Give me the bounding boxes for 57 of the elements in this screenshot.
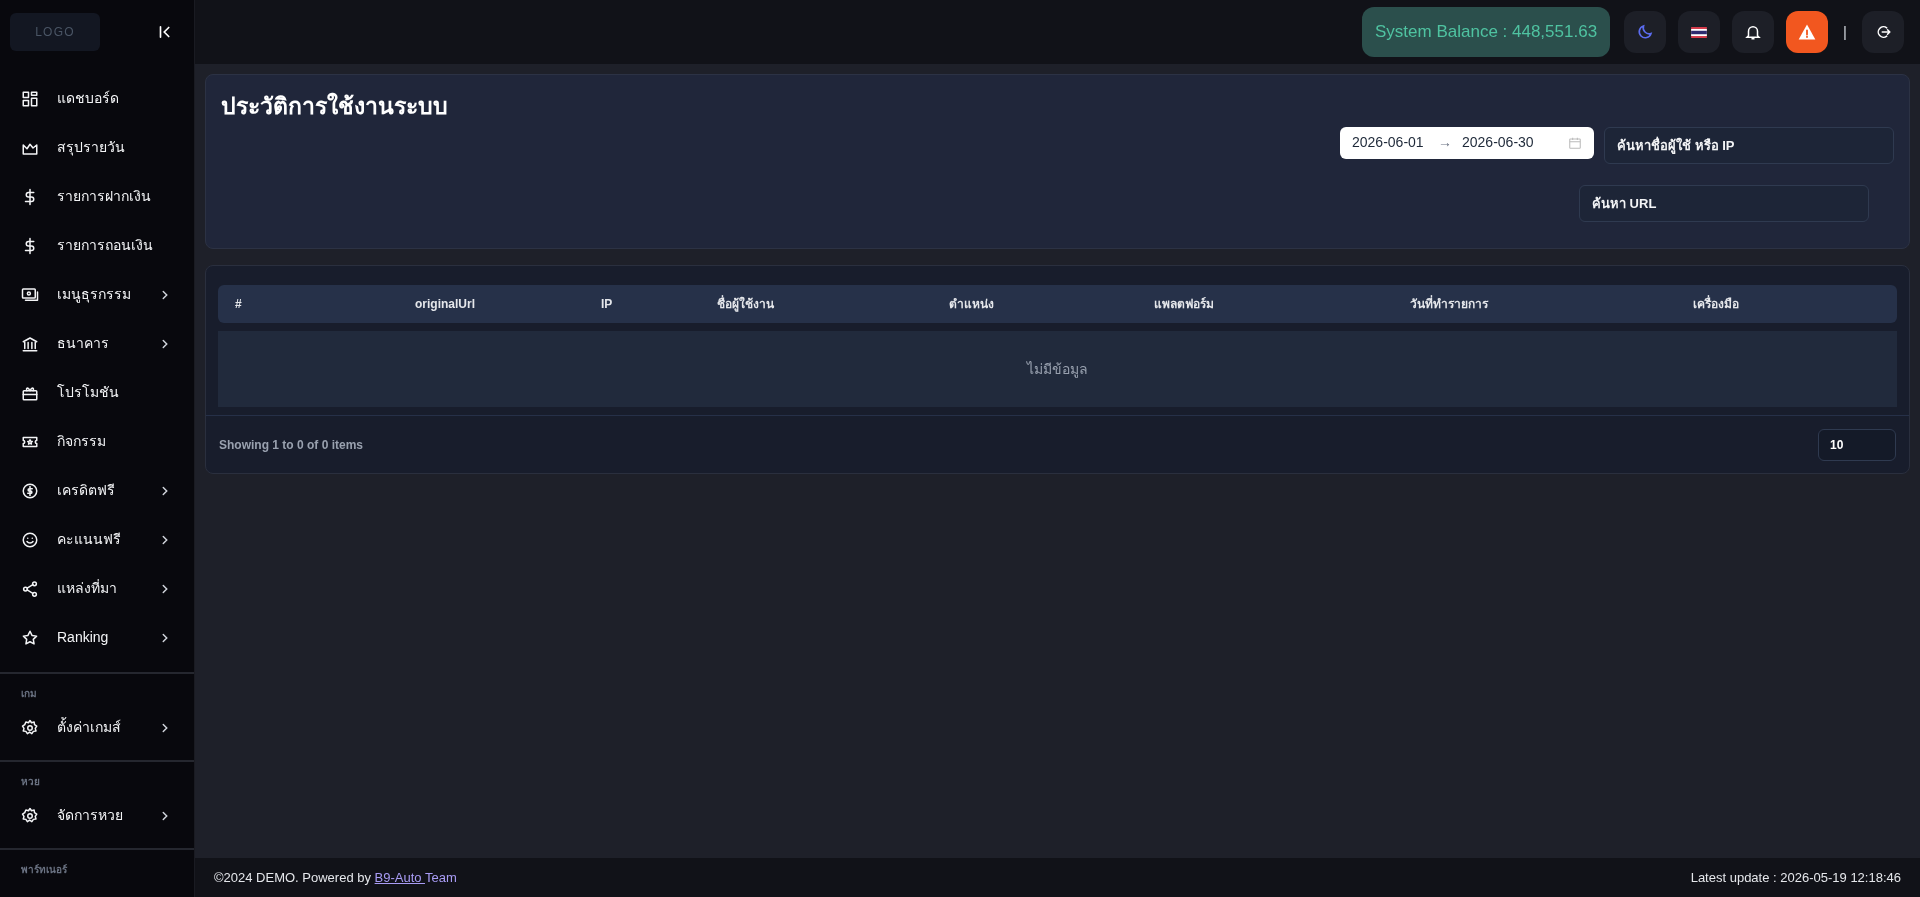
bank-icon: [21, 334, 39, 353]
sidebar-item[interactable]: คะแนนฟรี: [0, 515, 194, 564]
dollar-circle-icon: [21, 481, 39, 500]
section-label: เกม: [20, 687, 37, 701]
share-icon: [21, 579, 39, 598]
column-header: #: [234, 296, 243, 313]
page-size-select[interactable]: 10: [1818, 428, 1896, 461]
separator: |: [1843, 21, 1847, 42]
sidebar-item[interactable]: รายการถอนเงิน: [0, 221, 194, 270]
alert-button[interactable]: [1786, 11, 1829, 53]
empty-message: ไม่มีข้อมูล: [1027, 359, 1088, 380]
column-header: ชื่อผู้ใช้งาน: [716, 295, 775, 313]
logo: LOGO: [10, 13, 100, 51]
star-icon: [21, 628, 39, 647]
sidebar-item[interactable]: ตั้งค่าเกมส์: [0, 703, 194, 752]
gear-icon: [21, 806, 39, 825]
sidebar-item[interactable]: สรุปรายวัน: [0, 123, 194, 172]
calendar-icon: [1568, 135, 1582, 150]
pagination-summary: Showing 1 to 0 of 0 items: [219, 436, 364, 454]
column-header: originalUrl: [414, 296, 476, 313]
sidebar-item[interactable]: รายการฝากเงิน: [0, 172, 194, 221]
dark-mode-button[interactable]: [1624, 11, 1667, 53]
moon-icon: [1636, 23, 1655, 41]
notification-button[interactable]: [1732, 11, 1775, 53]
sidebar-item[interactable]: ธนาคาร: [0, 319, 194, 368]
sidebar-item[interactable]: แดชบอร์ด: [0, 74, 194, 123]
sidebar-item[interactable]: แหล่งที่มา: [0, 564, 194, 613]
search-field[interactable]: ค้นหาชื่อผู้ใช้ หรือ IP: [1604, 126, 1894, 164]
date-range-field[interactable]: 2026-06-01 → 2026-06-30: [1340, 126, 1594, 159]
banknote-icon: [21, 285, 39, 304]
column-header: ตำแหน่ง: [948, 296, 995, 313]
section-label: หวย: [20, 775, 40, 789]
warning-icon: [1797, 22, 1818, 42]
footer-link[interactable]: B9-Auto: [374, 869, 425, 885]
system-balance-badge: System Balance : 448,551.63: [1362, 7, 1611, 57]
thai-flag-icon: [1691, 26, 1708, 38]
column-header: แพลตฟอร์ม: [1153, 296, 1215, 313]
footer-credit: ©2024 DEMO. Powered by B9-Auto Team: [214, 868, 457, 887]
gear-icon: [21, 718, 39, 737]
bell-icon: [1744, 23, 1763, 41]
sidebar-item[interactable]: กิจกรรม: [0, 417, 194, 466]
sidebar-item[interactable]: เมนูธุรกรรม: [0, 270, 194, 319]
sidebar-item[interactable]: โปรโมชัน: [0, 368, 194, 417]
last-update-text: Latest update : 2026-05-19 12:18:46: [1690, 868, 1901, 887]
page-title: ประวัติการใช้งานระบบ: [221, 91, 448, 121]
sidebar-item[interactable]: จัดการหวย: [0, 791, 194, 840]
sidebar-item[interactable]: Ranking: [0, 613, 194, 662]
sidebar-item[interactable]: เครดิตฟรี: [0, 466, 194, 515]
column-header: เครื่องมือ: [1692, 295, 1740, 313]
column-header: IP: [600, 296, 614, 313]
section-label: พาร์ทเนอร์: [20, 863, 67, 877]
grid-icon: [21, 89, 39, 108]
column-header: วันที่ทำรายการ: [1409, 295, 1490, 313]
smiley-icon: [21, 530, 39, 549]
search-field[interactable]: ค้นหา URL: [1579, 184, 1869, 222]
logout-button[interactable]: [1862, 11, 1904, 53]
language-button[interactable]: [1678, 11, 1721, 53]
